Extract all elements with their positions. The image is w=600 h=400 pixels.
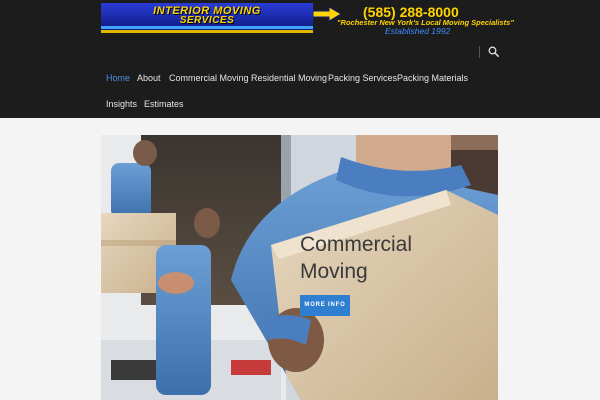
hero-slider[interactable]: Commercial Moving MORE INFO: [101, 135, 498, 400]
nav-item-estimates[interactable]: Estimates: [144, 92, 184, 116]
site-header: INTERIOR MOVING SERVICES (585) 288-8000 …: [0, 0, 600, 118]
more-info-button[interactable]: MORE INFO: [300, 295, 350, 316]
nav-item-about[interactable]: About: [137, 66, 161, 90]
nav-item-packing-materials[interactable]: Packing Materials: [397, 66, 468, 90]
nav-item-packing-services[interactable]: Packing Services: [328, 66, 397, 90]
logo-established: Established 1992: [385, 26, 451, 36]
nav-item-commercial-moving[interactable]: Commercial Moving: [169, 66, 249, 90]
logo-stripe: [101, 26, 313, 29]
hero-title: Commercial Moving: [300, 233, 413, 283]
site-logo[interactable]: INTERIOR MOVING SERVICES (585) 288-8000 …: [101, 3, 514, 36]
nav-item-home[interactable]: Home: [106, 66, 130, 90]
search-icon[interactable]: [488, 46, 499, 57]
search-divider: [479, 46, 480, 58]
nav-item-insights[interactable]: Insights: [106, 92, 137, 116]
nav-item-residential-moving[interactable]: Residential Moving: [251, 66, 327, 90]
logo-text-line2: SERVICES: [179, 15, 235, 26]
